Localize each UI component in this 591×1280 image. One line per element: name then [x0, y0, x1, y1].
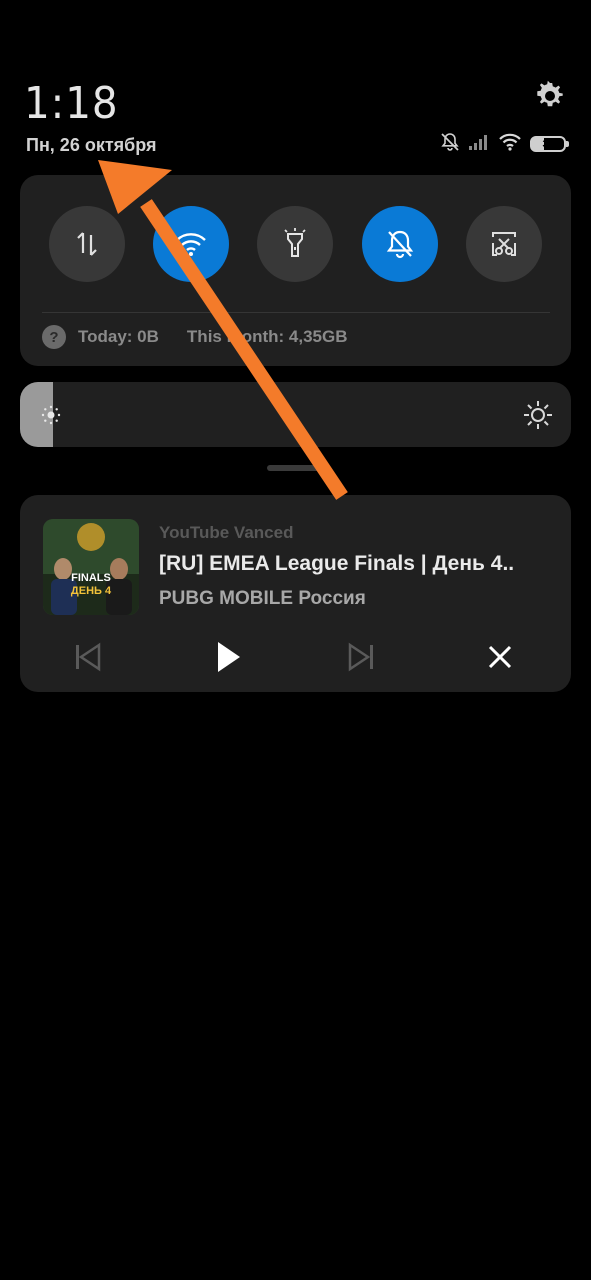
media-thumbnail: FINALS ДЕНЬ 4 — [43, 519, 139, 615]
media-title: [RU] EMEA League Finals | День 4.. — [159, 552, 515, 575]
panel-drag-handle[interactable] — [267, 465, 323, 471]
flashlight-icon — [284, 228, 306, 257]
battery-icon: 37 — [530, 136, 569, 152]
wifi-icon — [176, 233, 206, 256]
status-bar-icons: 37 — [440, 132, 569, 157]
wifi-icon — [498, 133, 522, 156]
wifi-toggle[interactable] — [153, 206, 229, 282]
battery-level: 37 — [542, 138, 554, 150]
media-app-name: YouTube Vanced — [159, 523, 294, 542]
qs-divider — [42, 312, 550, 313]
thumbnail-line1: FINALS — [71, 572, 111, 584]
data-usage-row[interactable]: ? Today: 0B This month: 4,35GB — [42, 325, 348, 349]
brightness-low-icon — [41, 405, 61, 425]
data-usage-today: Today: 0B — [78, 327, 159, 346]
silent-mode-toggle[interactable] — [362, 206, 438, 282]
play-icon — [218, 642, 240, 672]
clock-time: 1:18 — [24, 78, 119, 129]
next-icon — [348, 642, 373, 672]
media-notification[interactable]: FINALS ДЕНЬ 4 YouTube Vanced [RU] EMEA L… — [20, 495, 571, 692]
data-usage-month: This month: 4,35GB — [186, 327, 348, 346]
close-icon — [488, 645, 512, 669]
flashlight-toggle[interactable] — [257, 206, 333, 282]
silent-mode-icon — [386, 230, 414, 259]
close-button[interactable] — [480, 637, 520, 677]
question-icon: ? — [42, 325, 66, 349]
bell-muted-icon — [440, 132, 460, 157]
screenshot-toggle[interactable] — [466, 206, 542, 282]
previous-icon — [76, 642, 101, 672]
thumbnail-line2: ДЕНЬ 4 — [71, 585, 112, 597]
play-button[interactable] — [208, 637, 248, 677]
settings-gear-icon[interactable] — [534, 80, 566, 112]
next-button[interactable] — [342, 637, 382, 677]
media-artist: PUBG MOBILE Россия — [159, 588, 366, 609]
date-label: Пн, 26 октября — [26, 135, 157, 155]
mobile-data-icon — [77, 232, 97, 256]
brightness-high-icon — [524, 401, 552, 429]
brightness-slider[interactable] — [20, 382, 571, 447]
previous-button[interactable] — [67, 637, 107, 677]
screenshot-icon — [492, 232, 516, 256]
mobile-data-toggle[interactable] — [49, 206, 125, 282]
quick-settings-panel: ? Today: 0B This month: 4,35GB — [20, 175, 571, 366]
signal-icon — [468, 133, 490, 156]
